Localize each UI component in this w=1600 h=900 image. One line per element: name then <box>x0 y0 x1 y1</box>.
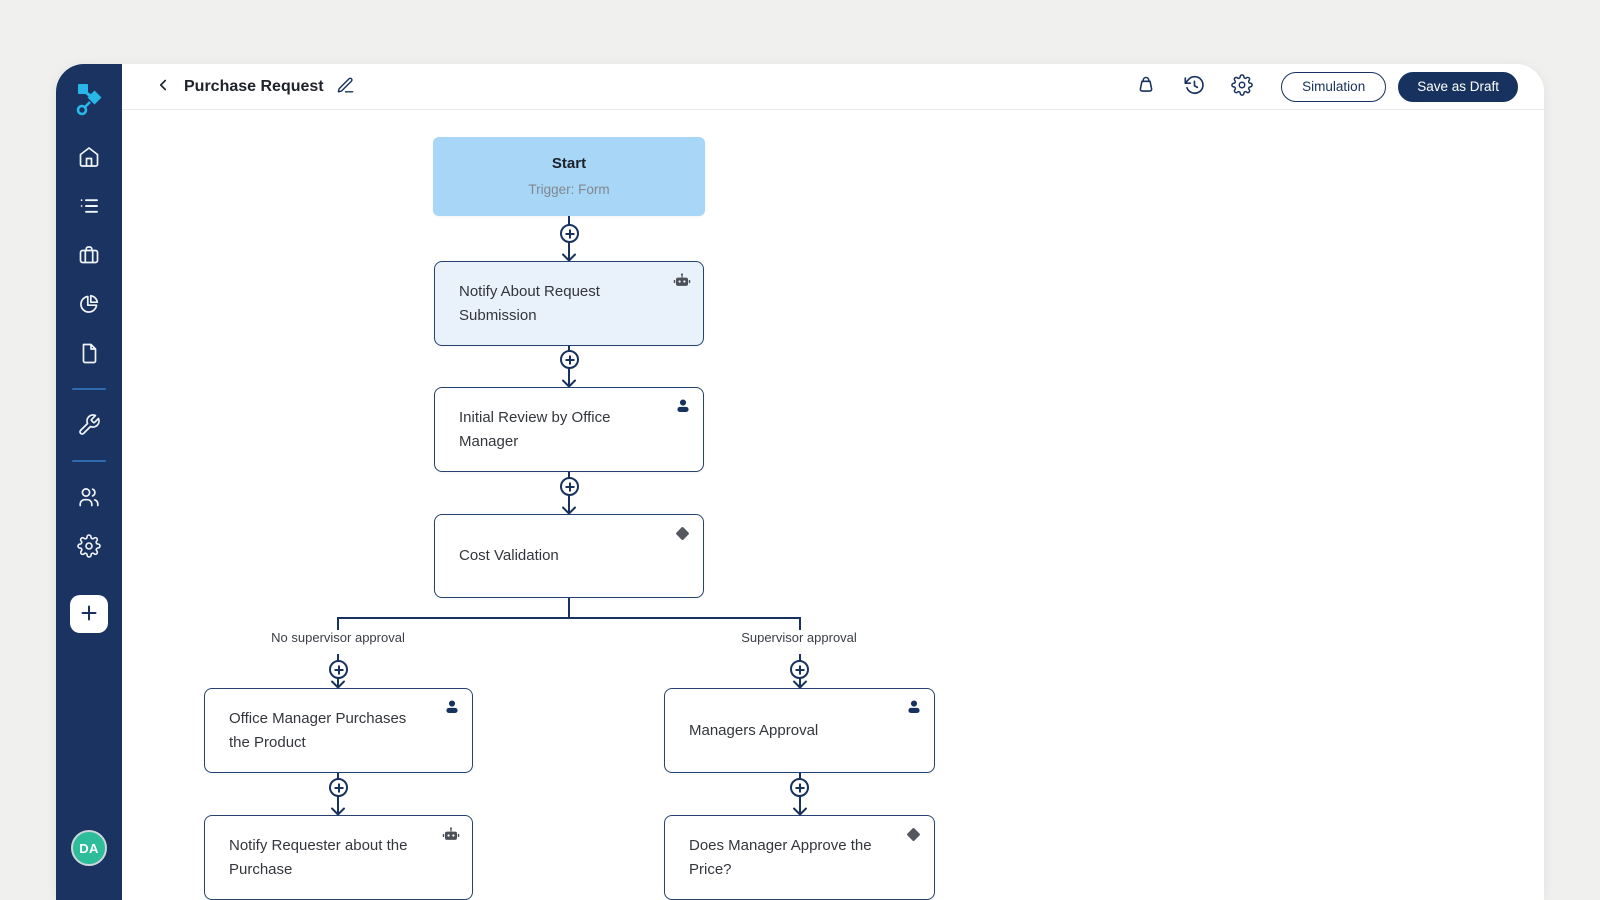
document-icon <box>77 341 101 365</box>
connector-line <box>337 617 801 619</box>
branch-label-right: Supervisor approval <box>737 630 861 645</box>
sidebar-item-settings[interactable] <box>77 534 101 558</box>
weight-button[interactable] <box>1133 72 1159 101</box>
bot-icon <box>442 826 460 844</box>
app-window: DA Purchase Request <box>56 64 1544 900</box>
decision-diamond-icon <box>674 525 691 542</box>
history-icon <box>1183 74 1205 99</box>
flow-node-cost-validation[interactable]: Cost Validation <box>434 514 704 598</box>
sidebar-add-button[interactable] <box>70 595 108 633</box>
pie-chart-icon <box>77 292 101 316</box>
node-label: Initial Review by Office Manager <box>459 406 657 453</box>
connector-line <box>568 598 570 619</box>
start-node-title: Start <box>552 152 586 175</box>
add-step-button[interactable] <box>790 660 809 679</box>
add-step-button[interactable] <box>560 224 579 243</box>
sidebar-item-builder[interactable] <box>77 413 101 437</box>
sidebar-item-home[interactable] <box>77 145 101 169</box>
topbar: Purchase Request <box>122 64 1544 110</box>
pencil-icon <box>336 76 355 98</box>
briefcase-icon <box>77 243 101 267</box>
simulation-button[interactable]: Simulation <box>1281 72 1386 102</box>
edit-title-button[interactable] <box>334 74 357 100</box>
add-step-button[interactable] <box>790 778 809 797</box>
flow-node-notify-submission[interactable]: Notify About Request Submission <box>434 261 704 346</box>
flow-node-managers-approval[interactable]: Managers Approval <box>664 688 935 773</box>
add-step-button[interactable] <box>329 660 348 679</box>
flow-node-start[interactable]: Start Trigger: Form <box>433 137 705 216</box>
user-avatar[interactable]: DA <box>71 830 107 866</box>
gear-icon <box>1231 74 1253 99</box>
node-label: Notify Requester about the Purchase <box>229 834 426 881</box>
workflow-canvas[interactable]: No supervisor approval Supervisor approv… <box>122 110 1544 900</box>
add-step-button[interactable] <box>560 477 579 496</box>
gear-icon <box>77 534 101 558</box>
flow-node-initial-review[interactable]: Initial Review by Office Manager <box>434 387 704 472</box>
node-label: Does Manager Approve the Price? <box>689 834 888 881</box>
bot-icon <box>673 272 691 290</box>
sidebar-item-team[interactable] <box>77 485 101 509</box>
add-step-button[interactable] <box>329 778 348 797</box>
app-logo-icon[interactable] <box>71 81 107 119</box>
start-node-trigger: Trigger: Form <box>528 180 609 201</box>
main-content: Purchase Request <box>122 64 1544 900</box>
canvas-settings-button[interactable] <box>1229 72 1255 101</box>
plus-icon <box>79 603 99 626</box>
wrench-icon <box>77 413 101 437</box>
node-label: Managers Approval <box>689 719 818 742</box>
flow-node-manager-approve-price[interactable]: Does Manager Approve the Price? <box>664 815 935 900</box>
sidebar-item-projects[interactable] <box>77 243 101 267</box>
history-button[interactable] <box>1181 72 1207 101</box>
home-icon <box>77 145 101 169</box>
node-label: Office Manager Purchases the Product <box>229 707 426 754</box>
avatar-initials: DA <box>79 841 98 856</box>
sidebar-divider <box>72 388 106 390</box>
user-icon <box>906 699 922 715</box>
save-as-draft-button[interactable]: Save as Draft <box>1398 72 1518 102</box>
flow-node-notify-requester[interactable]: Notify Requester about the Purchase <box>204 815 473 900</box>
connector-line <box>337 617 339 631</box>
user-icon <box>675 398 691 414</box>
tasks-list-icon <box>77 194 101 218</box>
sidebar: DA <box>56 64 122 900</box>
node-label: Notify About Request Submission <box>459 280 657 327</box>
node-label: Cost Validation <box>459 544 559 567</box>
add-step-button[interactable] <box>560 350 579 369</box>
user-icon <box>444 699 460 715</box>
topbar-actions: Simulation Save as Draft <box>1133 72 1518 102</box>
connector-line <box>799 617 801 631</box>
sidebar-item-documents[interactable] <box>77 341 101 365</box>
sidebar-item-analytics[interactable] <box>77 292 101 316</box>
decision-diamond-icon <box>905 826 922 843</box>
sidebar-divider <box>72 460 106 462</box>
chevron-left-icon <box>154 76 172 97</box>
branch-label-left: No supervisor approval <box>267 630 409 645</box>
team-icon <box>77 485 101 509</box>
page-title: Purchase Request <box>184 78 324 96</box>
weight-icon <box>1135 74 1157 99</box>
sidebar-item-tasks[interactable] <box>77 194 101 218</box>
back-button[interactable] <box>152 74 174 99</box>
flow-node-office-manager-purchases[interactable]: Office Manager Purchases the Product <box>204 688 473 773</box>
